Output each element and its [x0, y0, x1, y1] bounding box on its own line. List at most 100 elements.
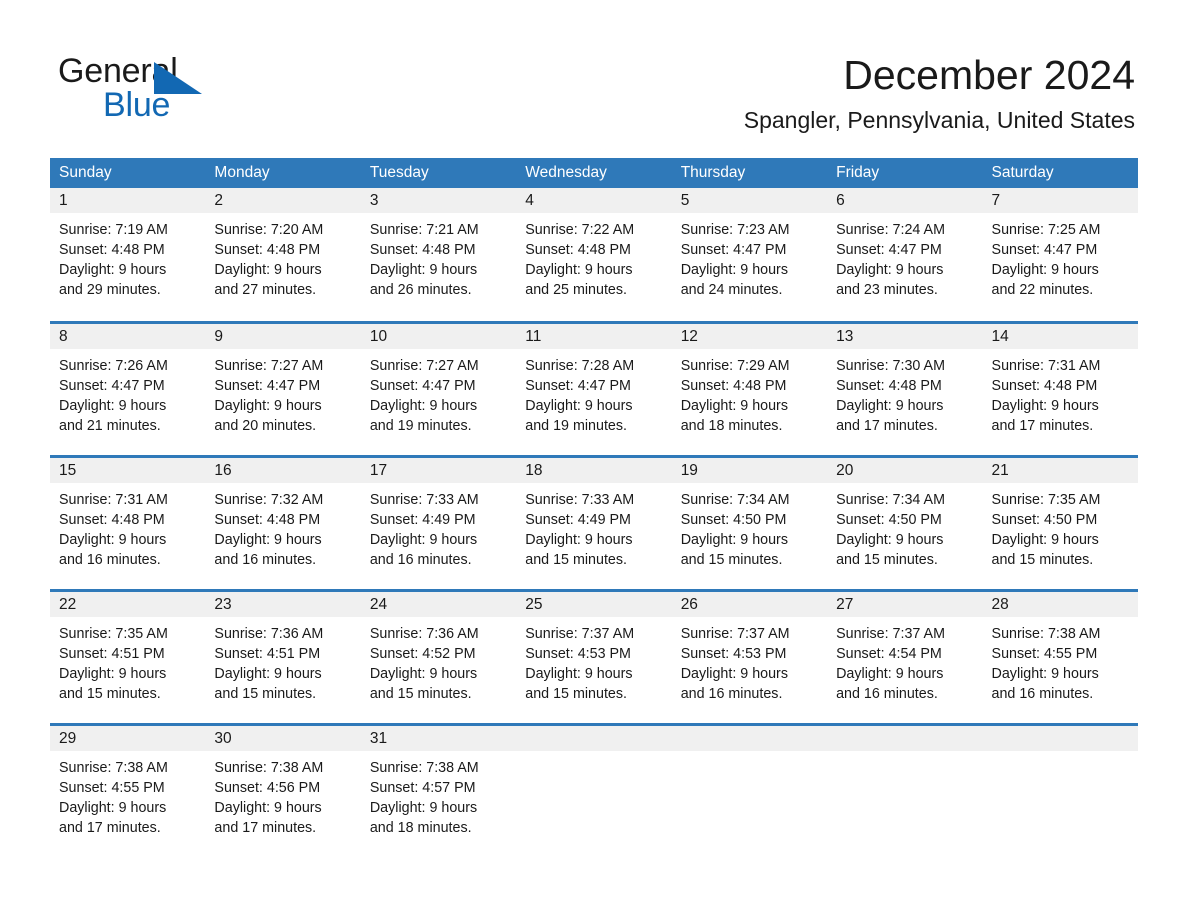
day-cell[interactable]: 7 Sunrise: 7:25 AM Sunset: 4:47 PM Dayli… — [982, 188, 1138, 322]
sunrise-text: Sunrise: 7:38 AM — [991, 625, 1101, 642]
day-number: 24 — [360, 591, 517, 617]
day-cell[interactable]: 24 Sunrise: 7:36 AM Sunset: 4:52 PM Dayl… — [360, 588, 517, 724]
day-info: Sunrise: 7:34 AM Sunset: 4:50 PM Dayligh… — [827, 483, 982, 570]
day-cell[interactable]: 23 Sunrise: 7:36 AM Sunset: 4:51 PM Dayl… — [205, 588, 361, 724]
sunset-text: Sunset: 4:48 PM — [836, 377, 942, 394]
sunrise-text: Sunrise: 7:37 AM — [836, 625, 945, 642]
daylight-text-line2: and 15 minutes. — [369, 685, 472, 702]
daylight-text-line1: Daylight: 9 hours — [59, 665, 167, 682]
sunrise-text: Sunrise: 7:28 AM — [525, 357, 635, 374]
day-cell[interactable]: 12 Sunrise: 7:29 AM Sunset: 4:48 PM Dayl… — [671, 320, 828, 456]
daylight-text-line1: Daylight: 9 hours — [991, 397, 1099, 414]
day-cell[interactable]: 27 Sunrise: 7:37 AM Sunset: 4:54 PM Dayl… — [827, 588, 983, 724]
day-cell[interactable]: 2 Sunrise: 7:20 AM Sunset: 4:48 PM Dayli… — [205, 188, 361, 322]
calendar-body: 1 Sunrise: 7:19 AM Sunset: 4:48 PM Dayli… — [50, 188, 1138, 838]
day-cell-empty — [982, 722, 1138, 838]
sunset-text: Sunset: 4:48 PM — [214, 242, 321, 258]
daylight-text-line2: and 29 minutes. — [59, 282, 161, 298]
day-cell[interactable]: 10 Sunrise: 7:27 AM Sunset: 4:47 PM Dayl… — [360, 320, 517, 456]
day-cell[interactable]: 13 Sunrise: 7:30 AM Sunset: 4:48 PM Dayl… — [827, 320, 983, 456]
weekday-header-row: Sunday Monday Tuesday Wednesday Thursday… — [50, 158, 1138, 188]
day-cell[interactable]: 18 Sunrise: 7:33 AM Sunset: 4:49 PM Dayl… — [516, 454, 672, 590]
day-cell[interactable]: 1 Sunrise: 7:19 AM Sunset: 4:48 PM Dayli… — [50, 188, 206, 322]
day-cell[interactable]: 25 Sunrise: 7:37 AM Sunset: 4:53 PM Dayl… — [516, 588, 672, 724]
sunset-text: Sunset: 4:48 PM — [369, 242, 476, 258]
day-number: 9 — [205, 323, 361, 349]
day-cell[interactable]: 19 Sunrise: 7:34 AM Sunset: 4:50 PM Dayl… — [671, 454, 828, 590]
page-header: General Blue December 2024 Spangler, Pen… — [0, 0, 1188, 150]
sunrise-text: Sunrise: 7:24 AM — [836, 222, 945, 238]
day-number: 29 — [50, 725, 206, 751]
sunrise-text: Sunrise: 7:35 AM — [59, 625, 168, 642]
day-cell[interactable]: 9 Sunrise: 7:27 AM Sunset: 4:47 PM Dayli… — [205, 320, 361, 456]
day-cell[interactable]: 30 Sunrise: 7:38 AM Sunset: 4:56 PM Dayl… — [205, 722, 361, 838]
daylight-text-line1: Daylight: 9 hours — [525, 665, 633, 682]
day-cell[interactable]: 5 Sunrise: 7:23 AM Sunset: 4:47 PM Dayli… — [671, 188, 828, 322]
day-cell[interactable]: 14 Sunrise: 7:31 AM Sunset: 4:48 PM Dayl… — [982, 320, 1138, 456]
day-cell[interactable]: 3 Sunrise: 7:21 AM Sunset: 4:48 PM Dayli… — [360, 188, 517, 322]
day-cell[interactable]: 17 Sunrise: 7:33 AM Sunset: 4:49 PM Dayl… — [360, 454, 517, 590]
day-info: Sunrise: 7:34 AM Sunset: 4:50 PM Dayligh… — [672, 483, 827, 570]
calendar-page: General Blue December 2024 Spangler, Pen… — [0, 0, 1188, 918]
day-cell[interactable]: 16 Sunrise: 7:32 AM Sunset: 4:48 PM Dayl… — [205, 454, 361, 590]
sunset-text: Sunset: 4:47 PM — [369, 377, 476, 394]
day-cell[interactable]: 8 Sunrise: 7:26 AM Sunset: 4:47 PM Dayli… — [50, 320, 206, 456]
daylight-text-line1: Daylight: 9 hours — [59, 262, 167, 278]
day-number: 12 — [671, 323, 828, 349]
day-number: 28 — [982, 591, 1138, 617]
daylight-text-line2: and 23 minutes. — [836, 282, 938, 298]
day-number: 21 — [982, 457, 1138, 483]
day-cell[interactable]: 28 Sunrise: 7:38 AM Sunset: 4:55 PM Dayl… — [982, 588, 1138, 724]
day-info: Sunrise: 7:24 AM Sunset: 4:47 PM Dayligh… — [827, 213, 982, 300]
daylight-text-line1: Daylight: 9 hours — [59, 531, 167, 548]
day-info: Sunrise: 7:29 AM Sunset: 4:48 PM Dayligh… — [672, 349, 827, 436]
sunset-text: Sunset: 4:48 PM — [680, 377, 787, 394]
day-cell[interactable]: 11 Sunrise: 7:28 AM Sunset: 4:47 PM Dayl… — [516, 320, 672, 456]
sunrise-text: Sunrise: 7:29 AM — [680, 357, 790, 374]
sunset-text: Sunset: 4:51 PM — [59, 645, 165, 662]
day-number: 3 — [360, 188, 517, 213]
day-info: Sunrise: 7:21 AM Sunset: 4:48 PM Dayligh… — [361, 213, 516, 300]
day-number: 4 — [516, 188, 672, 213]
week-row: 29 Sunrise: 7:38 AM Sunset: 4:55 PM Dayl… — [50, 722, 1138, 838]
day-cell[interactable]: 26 Sunrise: 7:37 AM Sunset: 4:53 PM Dayl… — [671, 588, 828, 724]
daylight-text-line1: Daylight: 9 hours — [59, 397, 167, 414]
day-cell[interactable]: 29 Sunrise: 7:38 AM Sunset: 4:55 PM Dayl… — [50, 722, 206, 838]
sunset-text: Sunset: 4:47 PM — [836, 242, 942, 258]
day-cell[interactable]: 20 Sunrise: 7:34 AM Sunset: 4:50 PM Dayl… — [827, 454, 983, 590]
day-number: 22 — [50, 591, 206, 617]
daylight-text-line1: Daylight: 9 hours — [525, 531, 633, 548]
sunset-text: Sunset: 4:48 PM — [59, 511, 165, 528]
daylight-text-line1: Daylight: 9 hours — [836, 665, 944, 682]
sunset-text: Sunset: 4:47 PM — [680, 242, 787, 258]
daylight-text-line2: and 15 minutes. — [525, 551, 627, 568]
daylight-text-line2: and 15 minutes. — [680, 551, 783, 568]
weekday-header-saturday: Saturday — [982, 158, 1138, 188]
sunset-text: Sunset: 4:50 PM — [991, 511, 1098, 528]
sunrise-text: Sunrise: 7:23 AM — [680, 222, 790, 238]
location-subtitle: Spangler, Pennsylvania, United States — [743, 107, 1135, 133]
sunset-text: Sunset: 4:54 PM — [836, 645, 942, 662]
day-info: Sunrise: 7:27 AM Sunset: 4:47 PM Dayligh… — [361, 349, 516, 436]
daylight-text-line1: Daylight: 9 hours — [680, 531, 788, 548]
sunset-text: Sunset: 4:55 PM — [991, 645, 1098, 662]
daylight-text-line1: Daylight: 9 hours — [214, 531, 322, 548]
weekday-header-sunday: Sunday — [50, 158, 206, 188]
weekday-header-wednesday: Wednesday — [516, 158, 672, 188]
day-cell[interactable]: 4 Sunrise: 7:22 AM Sunset: 4:48 PM Dayli… — [516, 188, 672, 322]
day-cell[interactable]: 6 Sunrise: 7:24 AM Sunset: 4:47 PM Dayli… — [827, 188, 983, 322]
week-row: 8 Sunrise: 7:26 AM Sunset: 4:47 PM Dayli… — [50, 320, 1138, 456]
daylight-text-line1: Daylight: 9 hours — [991, 531, 1099, 548]
day-cell[interactable]: 22 Sunrise: 7:35 AM Sunset: 4:51 PM Dayl… — [50, 588, 206, 724]
day-info: Sunrise: 7:38 AM Sunset: 4:56 PM Dayligh… — [205, 751, 360, 838]
day-cell[interactable]: 31 Sunrise: 7:38 AM Sunset: 4:57 PM Dayl… — [360, 722, 517, 838]
day-cell[interactable]: 21 Sunrise: 7:35 AM Sunset: 4:50 PM Dayl… — [982, 454, 1138, 590]
daylight-text-line2: and 27 minutes. — [214, 282, 317, 298]
sunrise-text: Sunrise: 7:34 AM — [836, 491, 945, 508]
daylight-text-line1: Daylight: 9 hours — [680, 665, 788, 682]
day-cell[interactable]: 15 Sunrise: 7:31 AM Sunset: 4:48 PM Dayl… — [50, 454, 206, 590]
sunrise-text: Sunrise: 7:21 AM — [369, 222, 479, 238]
sunset-text: Sunset: 4:52 PM — [369, 645, 476, 662]
daylight-text-line2: and 18 minutes. — [369, 819, 472, 836]
sunrise-text: Sunrise: 7:32 AM — [214, 491, 324, 508]
